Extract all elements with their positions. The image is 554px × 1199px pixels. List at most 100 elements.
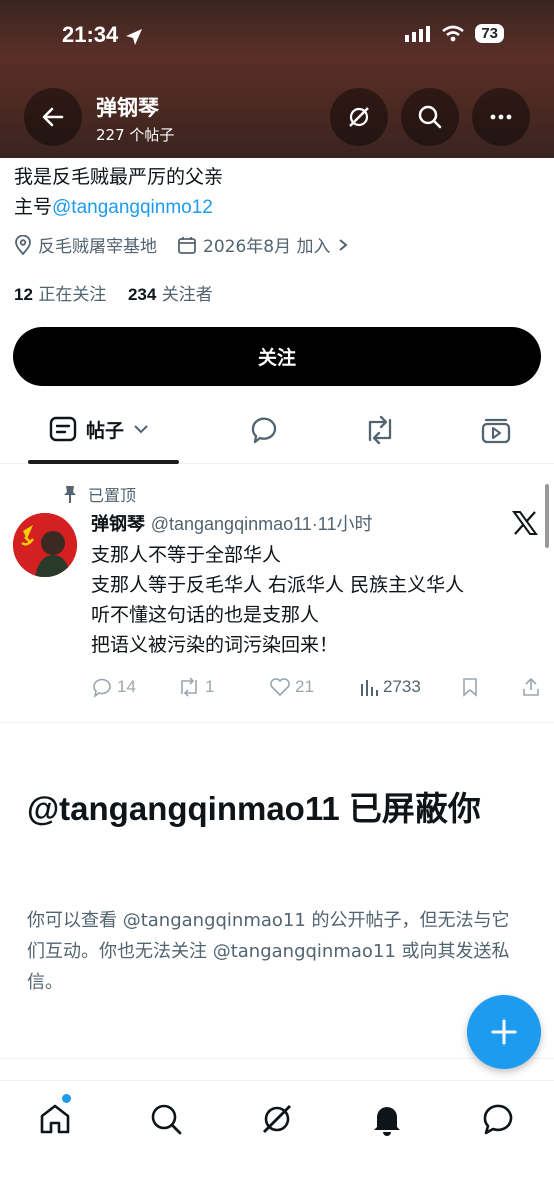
post-header: 弹钢琴 @tangangqinmao11·11小时 [91,510,372,536]
profile-location: 反毛贼屠宰基地 [38,237,157,257]
divider [0,1058,554,1059]
active-tab-indicator [28,460,179,464]
views-icon [361,680,378,696]
follow-counts: 12 正在关注 234 关注者 [14,280,213,305]
profile-meta: 反毛贼屠宰基地 2026年8月 加入 [14,232,350,257]
followers-link[interactable]: 234 关注者 [128,285,213,305]
post-time: ·11小时 [311,514,373,534]
views-action[interactable]: 2733 [359,676,421,698]
chat-icon [483,1104,513,1135]
post-text: 支那人不等于全部华人 支那人等于反毛华人 右派华人 民族主义华人 听不懂这句话的… [91,540,464,660]
reply-icon [251,417,277,444]
home-icon [40,1104,70,1134]
profile-bio: 我是反毛贼最严厉的父亲 主号@tangangqinmo12 [14,162,223,223]
main-account-link[interactable]: @tangangqinmo12 [52,197,213,218]
status-icons: 73 [405,24,504,43]
post-line: 支那人不等于全部华人 [91,544,282,566]
pin-icon [64,486,76,503]
back-button[interactable] [24,88,82,146]
signal-icon [405,25,431,42]
nav-grok[interactable] [257,1099,297,1139]
follow-button[interactable]: 关注 [13,327,541,386]
location-arrow-icon [126,29,142,45]
post-line: 听不懂这句话的也是支那人 [91,604,320,626]
notification-dot [62,1094,71,1103]
pinned-indicator: 已置顶 [62,482,136,506]
grok-icon [349,107,369,127]
following-label: 正在关注 [38,285,107,305]
search-icon [151,1104,182,1135]
avatar-image [13,513,77,577]
bio-prefix: 主号 [14,196,53,218]
nav-search[interactable] [146,1099,186,1139]
plus-icon [491,1019,517,1045]
following-link[interactable]: 12 正在关注 [14,285,106,305]
like-count: 21 [295,677,314,696]
repost-icon [181,677,197,697]
bio-line-2: 主号@tangangqinmo12 [14,192,223,223]
bottom-navigation [0,1080,554,1199]
bookmark-icon [463,678,477,697]
search-icon [418,105,442,129]
x-logo-icon [512,510,538,540]
divider [0,722,554,723]
arrow-left-icon [42,107,64,127]
tab-media[interactable] [480,414,512,446]
tab-replies[interactable] [248,414,280,446]
following-count: 12 [14,285,33,304]
chevron-down-icon [134,425,148,434]
like-action[interactable]: 21 [269,676,314,698]
compose-button[interactable] [467,995,541,1069]
blocked-description: 你可以查看 @tangangqinmao11 的公开帖子，但无法与它们互动。你也… [27,910,510,993]
bell-icon [374,1107,400,1136]
post-author-handle[interactable]: @tangangqinmao11 [151,514,312,534]
header-post-count: 227 个帖子 [96,126,175,144]
bio-line-1: 我是反毛贼最严厉的父亲 [14,166,224,188]
repost-action[interactable]: 1 [177,676,214,698]
nav-notifications[interactable] [367,1099,407,1139]
calendar-icon [178,236,196,254]
post-author-name[interactable]: 弹钢琴 [91,514,145,535]
followers-label: 关注者 [161,285,213,305]
grok-icon [263,1105,291,1133]
status-bar: 21:34 73 [0,0,554,72]
location-pin-icon [15,234,31,255]
grok-button[interactable] [330,88,388,146]
reply-count: 14 [117,677,136,696]
chevron-right-icon[interactable] [336,237,350,253]
repost-icon [368,415,392,445]
avatar[interactable] [13,513,77,577]
header-title: 弹钢琴 227 个帖子 [96,92,174,145]
status-time: 21:34 [62,22,119,47]
post-line: 支那人等于反毛华人 右派华人 民族主义华人 [91,574,465,596]
header-name: 弹钢琴 [96,96,159,120]
video-icon [481,418,511,444]
search-button[interactable] [401,88,459,146]
more-horizontal-icon [490,114,512,120]
repost-count: 1 [205,677,215,696]
pinned-label: 已置顶 [88,486,137,505]
share-action[interactable] [521,676,541,698]
followers-count: 234 [127,285,157,304]
tab-reposts[interactable] [362,414,398,446]
tab-posts-label: 帖子 [86,419,125,442]
scrollbar[interactable] [545,484,549,548]
more-options-button[interactable] [472,88,530,146]
battery-indicator: 73 [475,24,504,43]
nav-home[interactable] [35,1099,75,1139]
profile-joined: 2026年8月 加入 [203,237,331,257]
tab-posts[interactable]: 帖子 [48,414,150,444]
nav-messages[interactable] [478,1099,518,1139]
posts-icon [49,416,77,442]
bookmark-action[interactable] [461,676,479,698]
profile-tabs: 帖子 [0,400,554,464]
view-count: 2733 [383,677,421,696]
post-line: 把语义被污染的词污染回来！ [91,634,339,656]
post-actions: 14 1 21 2733 [91,676,551,702]
blocked-title: @tangangqinmao11 已屏蔽你 [27,790,481,827]
heart-icon [270,678,290,697]
reply-action[interactable]: 14 [91,676,136,698]
reply-icon [93,678,111,698]
profile-banner: 21:34 73 弹钢琴 227 个帖子 [0,0,554,158]
share-icon [523,677,539,696]
